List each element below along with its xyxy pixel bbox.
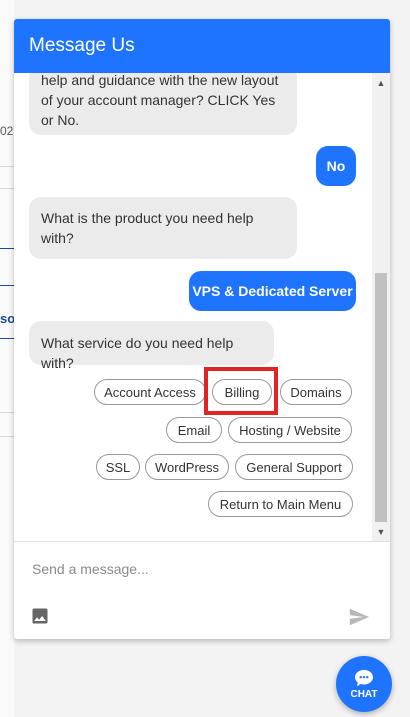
chat-launcher-button[interactable]: CHAT	[336, 656, 392, 712]
background-divider	[0, 338, 14, 339]
page: 02 so Message Us help and guidance with …	[0, 0, 410, 717]
image-icon[interactable]	[30, 606, 50, 626]
background-divider	[0, 436, 14, 437]
message-input[interactable]	[30, 560, 334, 578]
chat-button-label: CHAT	[350, 688, 378, 700]
quick-reply-return-main-menu[interactable]: Return to Main Menu	[208, 491, 353, 517]
user-message-text: VPS & Dedicated Server	[192, 283, 353, 299]
quick-reply-hosting-website[interactable]: Hosting / Website	[228, 417, 352, 443]
quick-reply-general-support[interactable]: General Support	[235, 454, 353, 480]
send-icon[interactable]	[347, 606, 371, 628]
bot-message: help and guidance with the new layout of…	[29, 73, 297, 135]
bot-message: What service do you need help with?	[29, 321, 274, 371]
quick-reply-wordpress[interactable]: WordPress	[145, 454, 229, 480]
chevron-up-icon[interactable]: ▲	[372, 75, 390, 91]
user-message: VPS & Dedicated Server	[189, 271, 356, 311]
background-divider	[0, 248, 14, 249]
quick-reply-account-access[interactable]: Account Access	[94, 379, 206, 405]
background-text-fragment: 02	[0, 124, 14, 138]
background-divider	[0, 285, 14, 286]
message-composer	[14, 541, 390, 639]
bot-message: What is the product you need help with?	[29, 197, 297, 259]
background-divider	[0, 188, 14, 189]
quick-reply-ssl[interactable]: SSL	[96, 454, 140, 480]
background-bold-fragment: so	[0, 311, 16, 326]
bot-message-text: help and guidance with the new layout of…	[41, 73, 279, 128]
chat-header: Message Us	[14, 19, 390, 73]
chat-title: Message Us	[29, 35, 135, 56]
background-page	[0, 0, 14, 717]
bot-message-text: What is the product you need help with?	[41, 210, 254, 246]
chat-widget: Message Us help and guidance with the ne…	[14, 19, 390, 639]
message-list[interactable]: help and guidance with the new layout of…	[14, 73, 372, 541]
background-divider	[0, 412, 14, 413]
scrollbar[interactable]: ▲ ▼	[372, 73, 390, 541]
user-message: No	[316, 146, 356, 186]
scrollbar-thumb[interactable]	[375, 273, 387, 522]
chevron-down-icon[interactable]: ▼	[372, 524, 390, 540]
user-message-text: No	[326, 158, 346, 174]
background-divider	[0, 166, 14, 167]
bot-message-text: What service do you need help with?	[41, 335, 234, 371]
quick-reply-email[interactable]: Email	[166, 417, 222, 443]
chat-bubble-icon	[355, 669, 373, 686]
quick-reply-domains[interactable]: Domains	[280, 379, 352, 405]
quick-reply-billing[interactable]: Billing	[212, 379, 272, 405]
